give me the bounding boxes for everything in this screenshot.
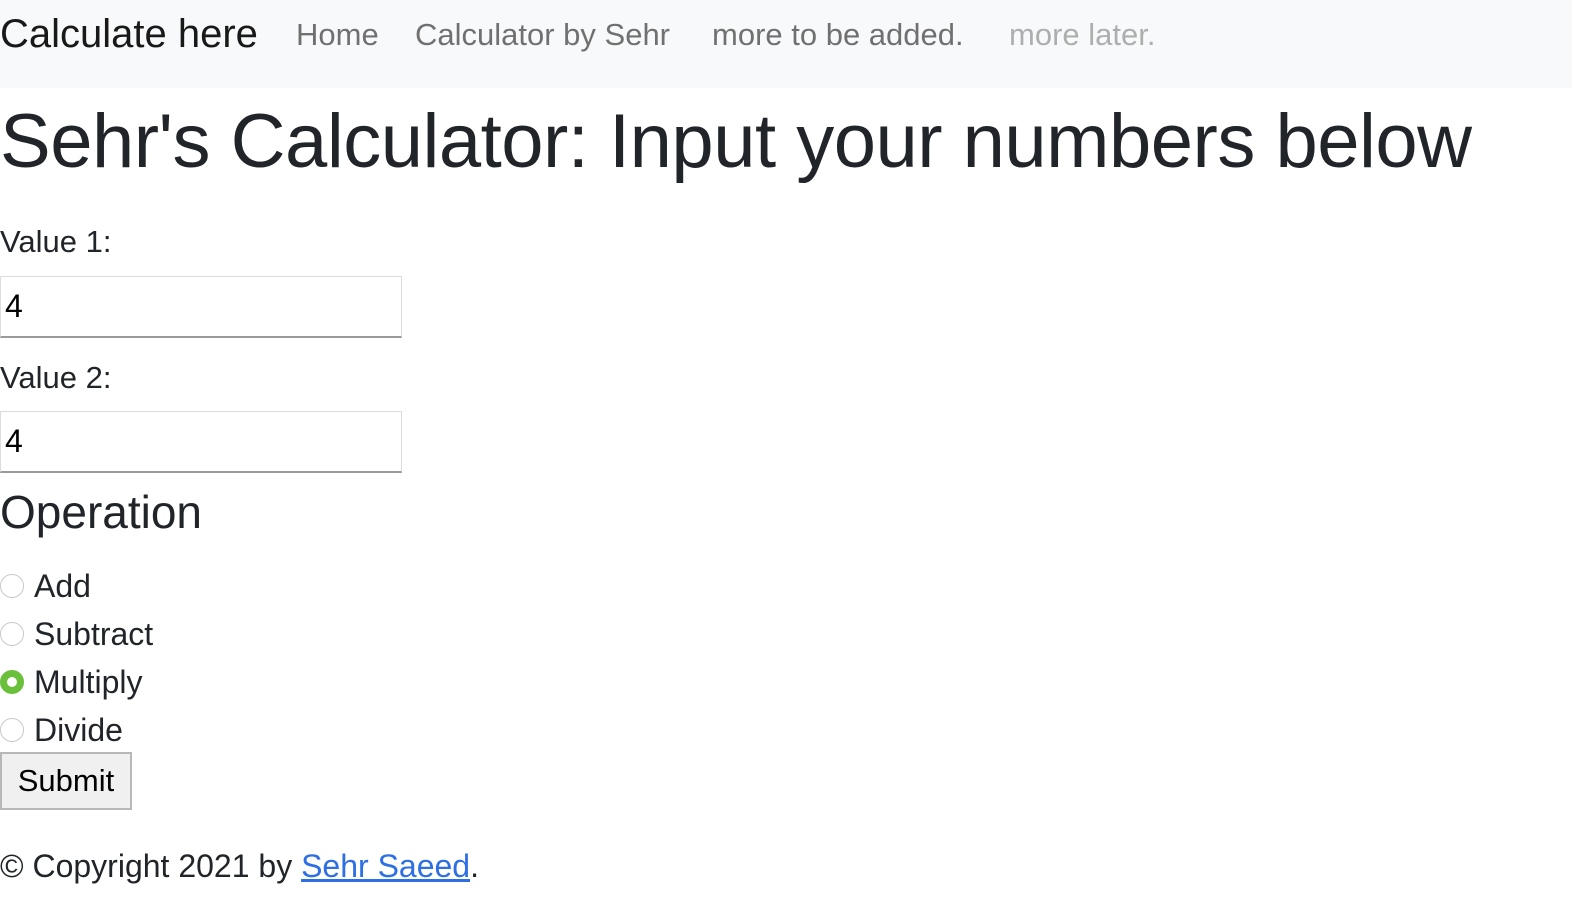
radio-subtract[interactable] [0,622,24,646]
radio-option-divide[interactable]: Divide [0,710,123,750]
radio-add[interactable] [0,574,24,598]
radio-option-add[interactable]: Add [0,566,91,606]
top-navbar: Calculate here Home Calculator by Sehr m… [0,0,1572,88]
radio-label-divide: Divide [34,712,123,748]
footer-copyright: © Copyright 2021 by Sehr Saeed. [0,846,479,886]
radio-option-multiply[interactable]: Multiply [0,662,142,702]
navbar-brand[interactable]: Calculate here [0,8,258,60]
nav-link-home[interactable]: Home [296,13,379,57]
radio-option-subtract[interactable]: Subtract [0,614,153,654]
submit-button[interactable]: Submit [0,752,132,810]
footer-copyright-text: © Copyright 2021 by [0,848,302,884]
operation-title: Operation [0,486,203,538]
page-title: Sehr's Calculator: Input your numbers be… [0,99,1472,184]
author-link[interactable]: Sehr Saeed [301,848,470,884]
radio-label-multiply: Multiply [34,664,143,700]
footer-period: . [470,848,479,884]
nav-link-more-later: more later. [1009,17,1156,52]
value1-label: Value 1: [0,224,112,259]
radio-multiply[interactable] [0,670,24,694]
value2-input[interactable] [0,411,402,473]
value1-input[interactable] [0,276,402,338]
nav-link-more-to-be-added[interactable]: more to be added. [712,13,964,57]
nav-link-calculator[interactable]: Calculator by Sehr [415,13,670,57]
radio-divide[interactable] [0,718,24,742]
radio-label-subtract: Subtract [34,616,154,652]
value2-label: Value 2: [0,360,112,395]
radio-label-add: Add [34,568,91,604]
